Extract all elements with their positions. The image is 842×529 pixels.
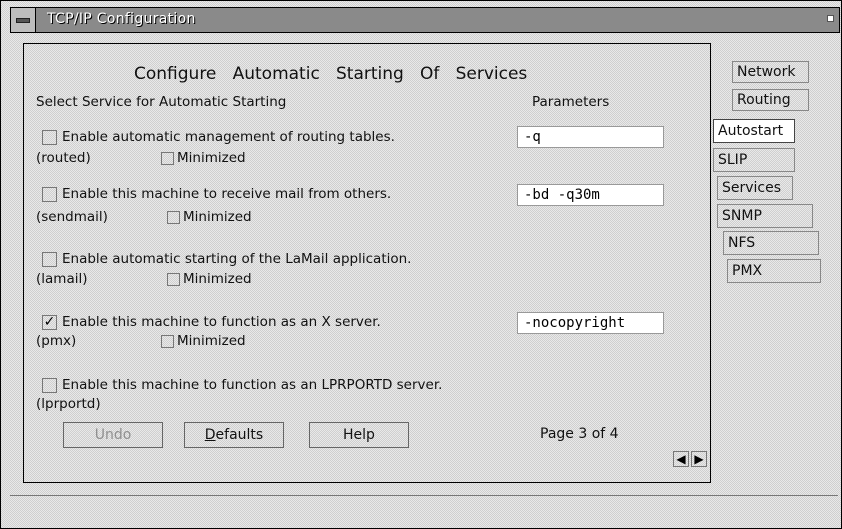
defaults-mnemonic: D xyxy=(204,427,216,443)
routed-minimized-checkbox[interactable] xyxy=(161,152,174,165)
lamail-name: (lamail) xyxy=(36,271,88,287)
page-heading: Configure Automatic Starting Of Services xyxy=(134,64,528,84)
select-service-label: Select Service for Automatic Starting xyxy=(36,94,287,110)
sendmail-label: Enable this machine to receive mail from… xyxy=(62,186,392,202)
tab-autostart[interactable]: Autostart xyxy=(713,119,795,143)
sendmail-parameters-input[interactable] xyxy=(517,184,664,206)
lamail-minimized-label: Minimized xyxy=(183,271,252,287)
sendmail-name: (sendmail) xyxy=(36,209,108,225)
routed-minimized-label: Minimized xyxy=(177,150,246,166)
help-button[interactable]: Help xyxy=(309,422,409,448)
lprportd-checkbox[interactable] xyxy=(42,378,57,393)
arrow-right-icon[interactable]: ▶ xyxy=(691,451,707,467)
defaults-button[interactable]: Defaults xyxy=(184,422,284,448)
routed-name: (routed) xyxy=(36,150,91,166)
page-indicator: Page 3 of 4 xyxy=(540,426,619,442)
window-title: TCP/IP Configuration xyxy=(47,11,196,27)
undo-button[interactable]: Undo xyxy=(63,422,163,448)
pmx-minimized-checkbox[interactable] xyxy=(161,335,174,348)
pmx-parameters-input[interactable] xyxy=(517,312,664,334)
lprportd-label: Enable this machine to function as an LP… xyxy=(62,377,443,393)
pmx-minimized-label: Minimized xyxy=(177,333,246,349)
routed-checkbox[interactable] xyxy=(42,130,57,145)
tab-network[interactable]: Network xyxy=(732,61,809,83)
lamail-minimized-checkbox[interactable] xyxy=(167,273,180,286)
sendmail-minimized-label: Minimized xyxy=(183,209,252,225)
tab-routing[interactable]: Routing xyxy=(732,89,809,111)
parameters-label: Parameters xyxy=(532,94,610,110)
divider xyxy=(10,32,838,33)
tab-services[interactable]: Services xyxy=(717,176,793,200)
notebook-page: Configure Automatic Starting Of Services… xyxy=(23,43,711,483)
minimize-icon[interactable] xyxy=(827,15,834,22)
lprportd-name: (lprportd) xyxy=(36,396,101,412)
tcpip-configuration-window: TCP/IP Configuration Configure Automatic… xyxy=(0,0,842,529)
system-menu-icon[interactable] xyxy=(11,8,36,32)
tab-slip[interactable]: SLIP xyxy=(713,148,795,172)
sendmail-checkbox[interactable] xyxy=(42,187,57,202)
pmx-label: Enable this machine to function as an X … xyxy=(62,314,381,330)
routed-parameters-input[interactable] xyxy=(517,126,664,148)
tab-nfs[interactable]: NFS xyxy=(723,231,819,255)
title-bar[interactable]: TCP/IP Configuration xyxy=(10,7,840,33)
tab-snmp[interactable]: SNMP xyxy=(717,204,813,228)
defaults-label-rest: efaults xyxy=(215,427,264,443)
pmx-checkbox[interactable]: ✓ xyxy=(42,315,57,330)
arrow-left-icon[interactable]: ◀ xyxy=(673,451,689,467)
divider xyxy=(10,495,838,496)
routed-label: Enable automatic management of routing t… xyxy=(62,129,395,145)
lamail-checkbox[interactable] xyxy=(42,252,57,267)
tab-pmx[interactable]: PMX xyxy=(727,259,821,283)
lamail-label: Enable automatic starting of the LaMail … xyxy=(62,251,412,267)
sendmail-minimized-checkbox[interactable] xyxy=(167,211,180,224)
pmx-name: (pmx) xyxy=(36,333,77,349)
